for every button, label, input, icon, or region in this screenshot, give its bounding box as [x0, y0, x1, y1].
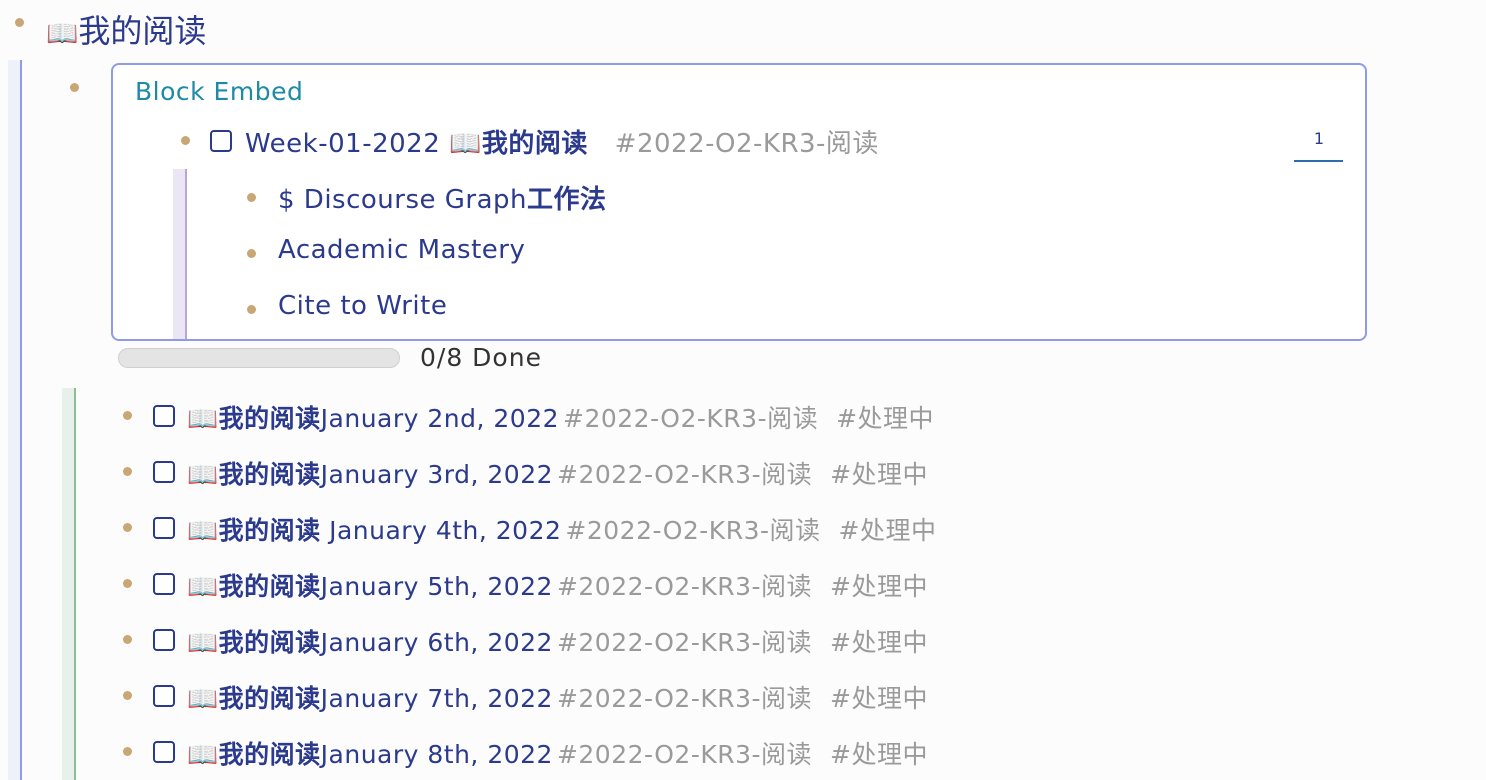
- page-title[interactable]: 📖我的阅读: [46, 6, 206, 52]
- child-bullet[interactable]: [247, 249, 256, 258]
- date-link[interactable]: January 3rd, 2022: [321, 460, 553, 489]
- nest-line-embed: [173, 169, 187, 339]
- task-checkbox[interactable]: [153, 517, 175, 539]
- reading-link[interactable]: 我的阅读: [219, 684, 321, 713]
- task-bullet[interactable]: [123, 467, 132, 476]
- tag-okr[interactable]: #2022-O2-KR3-阅读: [557, 684, 812, 713]
- task-bullet[interactable]: [123, 523, 132, 532]
- tag-status[interactable]: #处理中: [830, 460, 928, 489]
- page-title-text: 我的阅读: [78, 12, 207, 50]
- task-row[interactable]: 📖我的阅读 January 4th, 2022 #2022-O2-KR3-阅读 #处…: [187, 511, 936, 547]
- tag-okr[interactable]: #2022-O2-KR3-阅读: [615, 129, 879, 159]
- block-embed[interactable]: Block Embed Week-01-2022 📖我的阅读 #2022-O2-…: [111, 63, 1367, 341]
- tag-okr[interactable]: #2022-O2-KR3-阅读: [557, 572, 812, 601]
- tag-status[interactable]: #处理中: [830, 684, 928, 713]
- task-row[interactable]: 📖我的阅读January 8th, 2022 #2022-O2-KR3-阅读 #处理…: [187, 735, 928, 771]
- task-checkbox[interactable]: [153, 405, 175, 427]
- task-bullet[interactable]: [123, 579, 132, 588]
- child-bullet[interactable]: [247, 305, 256, 314]
- reading-link[interactable]: 我的阅读: [219, 404, 321, 433]
- task-checkbox[interactable]: [153, 461, 175, 483]
- tag-okr[interactable]: #2022-O2-KR3-阅读: [557, 628, 812, 657]
- task-row[interactable]: 📖我的阅读January 7th, 2022 #2022-O2-KR3-阅读 #处理…: [187, 679, 928, 715]
- open-book-icon: 📖: [187, 628, 219, 657]
- open-book-icon: 📖: [187, 516, 219, 545]
- title-bullet[interactable]: [15, 18, 24, 27]
- child-cite-to-write[interactable]: Cite to Write: [278, 291, 447, 321]
- tag-status[interactable]: #处理中: [830, 740, 928, 769]
- task-row[interactable]: 📖我的阅读January 5th, 2022 #2022-O2-KR3-阅读 #处理…: [187, 567, 928, 603]
- reading-link[interactable]: 我的阅读: [219, 572, 321, 601]
- reading-link[interactable]: 我的阅读: [219, 628, 321, 657]
- reading-link[interactable]: 我的阅读: [219, 516, 321, 545]
- task-bullet[interactable]: [123, 635, 132, 644]
- tag-status[interactable]: #处理中: [830, 572, 928, 601]
- week-label: Week-01-2022: [245, 129, 450, 159]
- child-bullet[interactable]: [247, 193, 256, 202]
- embed-parent-bullet[interactable]: [181, 136, 190, 145]
- open-book-icon: 📖: [187, 684, 219, 713]
- date-link[interactable]: January 6th, 2022: [321, 628, 553, 657]
- tag-okr[interactable]: #2022-O2-KR3-阅读: [557, 460, 812, 489]
- reading-link[interactable]: 我的阅读: [219, 460, 321, 489]
- date-link[interactable]: January 5th, 2022: [321, 572, 553, 601]
- progress-label: 0/8 Done: [420, 343, 542, 372]
- open-book-icon: 📖: [46, 19, 79, 49]
- nest-line-tasks: [62, 388, 76, 780]
- embed-label: Block Embed: [135, 77, 304, 106]
- reference-count[interactable]: 1: [1296, 129, 1342, 148]
- open-book-icon: 📖: [449, 129, 482, 159]
- tag-okr[interactable]: #2022-O2-KR3-阅读: [557, 740, 812, 769]
- date-link[interactable]: January 8th, 2022: [321, 740, 553, 769]
- task-checkbox[interactable]: [153, 573, 175, 595]
- task-row[interactable]: 📖我的阅读January 6th, 2022 #2022-O2-KR3-阅读 #处理…: [187, 623, 928, 659]
- date-link[interactable]: January 4th, 2022: [321, 516, 562, 545]
- tag-okr[interactable]: #2022-O2-KR3-阅读: [563, 404, 818, 433]
- embed-parent-text[interactable]: Week-01-2022 📖我的阅读 #2022-O2-KR3-阅读: [245, 123, 879, 160]
- embed-parent-checkbox[interactable]: [210, 130, 232, 152]
- open-book-icon: 📖: [187, 740, 219, 769]
- tag-okr[interactable]: #2022-O2-KR3-阅读: [565, 516, 820, 545]
- tag-status[interactable]: #处理中: [830, 628, 928, 657]
- task-checkbox[interactable]: [153, 629, 175, 651]
- open-book-icon: 📖: [187, 404, 219, 433]
- date-link[interactable]: January 2nd, 2022: [321, 404, 559, 433]
- task-row[interactable]: 📖我的阅读January 3rd, 2022 #2022-O2-KR3-阅读 #处理…: [187, 455, 928, 491]
- date-link[interactable]: January 7th, 2022: [321, 684, 553, 713]
- task-bullet[interactable]: [123, 691, 132, 700]
- progress-bar: [118, 348, 400, 368]
- task-checkbox[interactable]: [153, 741, 175, 763]
- reference-count-underline: [1294, 160, 1343, 162]
- tag-status[interactable]: #处理中: [836, 404, 934, 433]
- reading-link[interactable]: 我的阅读: [482, 129, 588, 159]
- task-bullet[interactable]: [123, 747, 132, 756]
- nest-line-outer: [8, 60, 22, 780]
- embed-bullet[interactable]: [70, 83, 79, 92]
- child-academic-mastery[interactable]: Academic Mastery: [278, 235, 525, 265]
- task-checkbox[interactable]: [153, 685, 175, 707]
- task-row[interactable]: 📖我的阅读January 2nd, 2022 #2022-O2-KR3-阅读 #处理…: [187, 399, 934, 435]
- open-book-icon: 📖: [187, 460, 219, 489]
- tag-status[interactable]: #处理中: [839, 516, 937, 545]
- open-book-icon: 📖: [187, 572, 219, 601]
- child-discourse-graph[interactable]: $ Discourse Graph工作法: [278, 179, 607, 216]
- reading-link[interactable]: 我的阅读: [219, 740, 321, 769]
- task-bullet[interactable]: [123, 411, 132, 420]
